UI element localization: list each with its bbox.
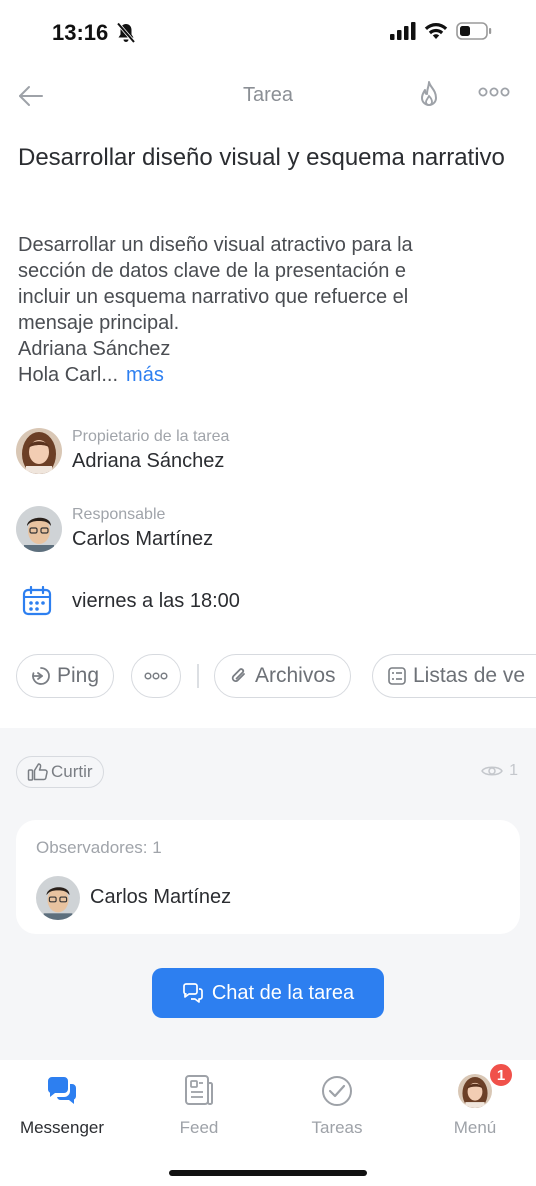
paperclip-icon bbox=[231, 668, 245, 682]
man-avatar-icon bbox=[36, 876, 80, 920]
man-avatar-icon bbox=[16, 506, 62, 552]
chip-divider bbox=[197, 664, 199, 688]
bell-off-icon bbox=[116, 22, 136, 44]
woman-avatar-icon bbox=[458, 1074, 492, 1108]
owner-name: Adriana Sánchez bbox=[72, 450, 225, 472]
views-counter: 1 bbox=[481, 762, 518, 780]
signal-icon bbox=[390, 22, 416, 40]
social-section: Curtir 1 Observadores: 1 Carlos Martínez bbox=[0, 728, 536, 1060]
task-chat-button[interactable]: Chat de la tarea bbox=[152, 968, 384, 1018]
observers-card: Observadores: 1 Carlos Martínez bbox=[16, 820, 520, 934]
tab-tasks-label: Tareas bbox=[311, 1118, 363, 1137]
avatar bbox=[16, 428, 62, 474]
status-bar: 13:16 bbox=[0, 0, 536, 66]
tab-menu-label: Menú bbox=[453, 1118, 497, 1137]
observer-name[interactable]: Carlos Martínez bbox=[90, 886, 231, 909]
status-time: 13:16 bbox=[52, 20, 109, 45]
like-button[interactable]: Curtir bbox=[16, 756, 104, 788]
task-owner[interactable]: Propietario de la tarea Adriana Sánchez bbox=[16, 428, 516, 488]
description-line: mensaje principal. bbox=[18, 312, 180, 334]
ping-label: Ping bbox=[57, 664, 100, 687]
page-title: Tarea bbox=[242, 84, 294, 106]
feed-icon bbox=[185, 1075, 213, 1105]
task-title: Desarrollar diseño visual y esquema narr… bbox=[18, 144, 505, 171]
files-button[interactable]: Archivos bbox=[214, 654, 351, 698]
description-line: Adriana Sánchez bbox=[18, 338, 171, 360]
ping-icon bbox=[32, 667, 50, 685]
more-actions-button[interactable] bbox=[131, 654, 181, 698]
owner-label: Propietario de la tarea bbox=[72, 428, 230, 445]
tab-tasks[interactable]: Tareas bbox=[277, 1074, 397, 1138]
nav-bar: Tarea bbox=[0, 72, 536, 120]
check-circle-icon bbox=[322, 1076, 352, 1106]
description-line: sección de datos clave de la presentació… bbox=[18, 260, 407, 282]
more-link[interactable]: más bbox=[126, 364, 164, 386]
avatar bbox=[36, 876, 80, 920]
avatar bbox=[458, 1074, 492, 1108]
checklist-icon bbox=[388, 667, 406, 685]
wifi-icon bbox=[424, 23, 448, 39]
like-label: Curtir bbox=[51, 762, 93, 781]
tab-messenger-label: Messenger bbox=[19, 1118, 105, 1137]
chat-icon bbox=[182, 983, 203, 1003]
more-icon[interactable] bbox=[478, 86, 510, 98]
description-last-line: Hola Carl... más bbox=[18, 362, 518, 388]
battery-icon bbox=[456, 22, 492, 40]
tab-bar: Messenger Feed Tareas Menú 1 bbox=[0, 1060, 536, 1186]
notification-badge: 1 bbox=[488, 1062, 514, 1088]
tab-menu[interactable]: Menú bbox=[415, 1074, 535, 1138]
thumbs-up-icon bbox=[27, 763, 48, 781]
observers-title: Observadores: 1 bbox=[36, 838, 162, 857]
task-description: Desarrollar un diseño visual atractivo p… bbox=[18, 232, 518, 388]
responsible-name: Carlos Martínez bbox=[72, 528, 214, 550]
woman-avatar-icon bbox=[16, 428, 62, 474]
deadline-text: viernes a las 18:00 bbox=[72, 590, 240, 612]
avatar bbox=[16, 506, 62, 552]
description-line: Desarrollar un diseño visual atractivo p… bbox=[18, 234, 413, 256]
eye-icon bbox=[481, 766, 503, 776]
checklists-button[interactable]: Listas de ve bbox=[372, 654, 536, 698]
deadline[interactable]: viernes a las 18:00 bbox=[22, 584, 422, 618]
ping-button[interactable]: Ping bbox=[16, 654, 115, 698]
description-line: Hola Carl... bbox=[18, 364, 119, 386]
views-count: 1 bbox=[509, 762, 518, 779]
task-responsible[interactable]: Responsable Carlos Martínez bbox=[16, 506, 516, 566]
chat-button-label: Chat de la tarea bbox=[211, 981, 355, 1004]
home-indicator[interactable] bbox=[169, 1170, 367, 1176]
tab-messenger[interactable]: Messenger bbox=[2, 1074, 122, 1138]
messenger-icon bbox=[47, 1077, 77, 1104]
responsible-label: Responsable bbox=[72, 506, 166, 523]
action-chips: Ping Archivos Listas de ve bbox=[16, 654, 536, 698]
calendar-icon bbox=[22, 586, 52, 616]
checklists-label: Listas de ve bbox=[413, 664, 526, 687]
description-line: incluir un esquema narrativo que refuerc… bbox=[18, 286, 409, 308]
more-icon bbox=[144, 672, 168, 680]
status-icons bbox=[390, 22, 492, 40]
tab-feed-label: Feed bbox=[179, 1118, 219, 1137]
tab-feed[interactable]: Feed bbox=[139, 1074, 259, 1138]
flame-icon[interactable] bbox=[416, 80, 442, 110]
files-label: Archivos bbox=[255, 664, 336, 687]
